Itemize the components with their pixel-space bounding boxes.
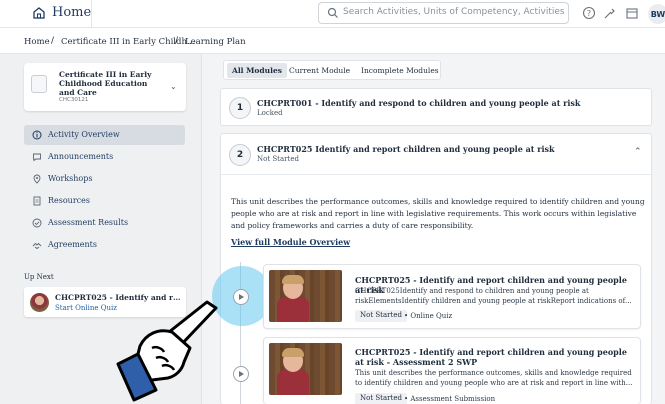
user-avatar[interactable]: BW [648, 4, 665, 24]
breadcrumb: Home / Certificate III in Early Childh..… [0, 28, 665, 54]
sidebar-item-activity-overview[interactable]: Activity Overview [24, 125, 185, 145]
breadcrumb-separator: / [51, 36, 55, 46]
sidebar-item-announcements[interactable]: Announcements [24, 147, 185, 167]
up-next-action[interactable]: Start Online Quiz [55, 304, 117, 312]
status-badge: Not Started [355, 310, 407, 322]
module-title[interactable]: CHCPRT025 Identify and report children a… [257, 144, 555, 154]
sidebar-item-label: Resources [48, 196, 90, 205]
sidebar-item-label: Workshops [48, 174, 93, 183]
play-icon[interactable] [233, 289, 249, 305]
activity-thumbnail [269, 270, 342, 322]
calendar-icon[interactable] [625, 6, 639, 20]
divider [221, 174, 651, 175]
up-next-heading: Up Next [24, 273, 54, 281]
search-placeholder: Search Activities, Units of Competency, … [343, 7, 565, 17]
module-status: Locked [257, 109, 283, 117]
status-badge: Not Started [355, 393, 407, 404]
activity-description: CHCPRT025Identify and respond to childre… [355, 287, 632, 305]
sidebar-item-label: Agreements [48, 240, 97, 249]
sidebar-item-label: Activity Overview [48, 130, 120, 139]
breadcrumb-home[interactable]: Home [24, 37, 50, 47]
module-filter-tabs: All Modules Current Module Incomplete Mo… [223, 60, 441, 80]
check-circle-icon [32, 218, 42, 228]
tools-icon[interactable] [603, 6, 617, 20]
sidebar-item-assessment-results[interactable]: Assessment Results [24, 213, 185, 233]
course-icon [31, 75, 47, 93]
search-input[interactable]: Search Activities, Units of Competency, … [318, 2, 569, 24]
tab-all-modules[interactable]: All Modules [227, 63, 287, 78]
activity-thumbnail [269, 343, 342, 395]
course-code: CHC30121 [59, 97, 89, 103]
home-label: Home [52, 5, 92, 20]
handshake-icon [32, 242, 42, 250]
chevron-up-icon[interactable]: ⌃ [634, 147, 642, 157]
course-selector[interactable]: Certificate III in Early Childhood Educa… [24, 63, 186, 111]
sidebar-item-agreements[interactable]: Agreements [24, 235, 185, 255]
activity-card[interactable]: CHCPRT025 - Identify and report children… [263, 264, 641, 329]
sidebar-item-resources[interactable]: Resources [24, 191, 185, 211]
play-icon[interactable] [233, 366, 249, 382]
activity-type: • Assessment Submission [404, 395, 496, 403]
home-link[interactable]: Home [0, 0, 92, 28]
breadcrumb-separator: / [175, 36, 179, 46]
breadcrumb-learning-plan: Learning Plan [185, 37, 246, 47]
module-title: CHCPRT001 - Identify and respond to chil… [257, 98, 581, 108]
location-pin-icon [33, 174, 41, 184]
activity-card[interactable]: CHCPRT025 - Identify and report children… [263, 337, 641, 404]
activity-type: • Online Quiz [404, 312, 453, 320]
view-module-overview-link[interactable]: View full Module Overview [231, 237, 350, 247]
document-icon [33, 196, 41, 206]
sidebar-item-label: Announcements [48, 152, 114, 161]
svg-text:?: ? [587, 9, 591, 18]
info-icon [32, 130, 42, 140]
help-icon[interactable]: ? [582, 6, 596, 20]
course-title: Certificate III in Early Childhood Educa… [59, 70, 152, 97]
chevron-down-icon: ⌄ [170, 82, 177, 91]
sidebar-item-workshops[interactable]: Workshops [24, 169, 185, 189]
tab-current-module[interactable]: Current Module [284, 63, 355, 78]
sidebar-item-label: Assessment Results [48, 218, 129, 227]
module-number: 2 [229, 144, 251, 166]
tab-incomplete-modules[interactable]: Incomplete Modules [356, 63, 444, 78]
pointing-hand-icon [116, 300, 218, 402]
home-icon [33, 7, 45, 19]
module-status: Not Started [257, 155, 299, 163]
activity-title: CHCPRT025 - Identify and report children… [355, 347, 627, 367]
module-number: 1 [229, 97, 251, 119]
top-header: Home Search Activities, Units of Compete… [0, 0, 665, 28]
activity-description: This unit describes the performance outc… [355, 369, 633, 387]
module-description: This unit describes the performance outc… [231, 197, 645, 230]
module-card[interactable]: 1 CHCPRT001 - Identify and respond to ch… [220, 88, 652, 126]
chat-icon [33, 153, 41, 162]
up-next-thumbnail [30, 293, 49, 312]
search-icon [327, 7, 338, 18]
